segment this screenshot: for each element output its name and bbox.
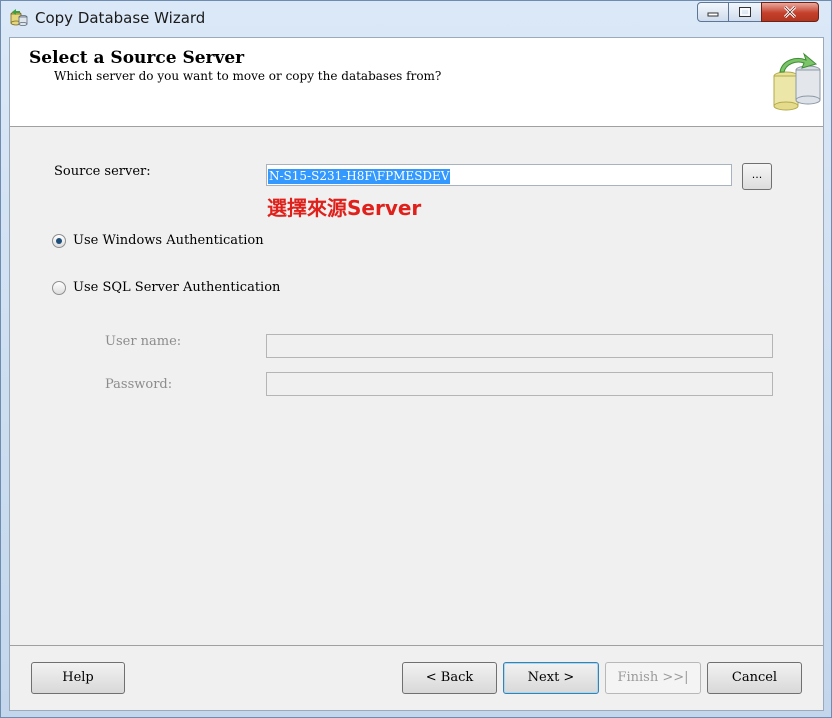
source-server-input[interactable]: N-S15-S231-H8F\FPMESDEV — [266, 164, 732, 186]
windows-auth-radio[interactable] — [52, 234, 66, 248]
password-field[interactable] — [266, 372, 773, 396]
wizard-header: Select a Source Server Which server do y… — [10, 38, 823, 127]
sql-auth-radio[interactable] — [52, 281, 66, 295]
maximize-icon — [739, 7, 751, 17]
page-title: Select a Source Server — [29, 48, 245, 68]
minimize-button[interactable] — [697, 2, 729, 22]
close-icon — [783, 6, 797, 18]
wizard-window: Copy Database Wizard Select a Source Ser… — [0, 0, 832, 718]
close-button[interactable] — [761, 2, 819, 22]
finish-button[interactable]: Finish >>| — [605, 662, 701, 694]
sql-auth-label[interactable]: Use SQL Server Authentication — [73, 280, 280, 295]
username-field[interactable] — [266, 334, 773, 358]
app-database-icon — [10, 9, 28, 26]
username-label: User name: — [105, 334, 182, 349]
page-subtitle: Which server do you want to move or copy… — [54, 69, 442, 83]
cancel-button[interactable]: Cancel — [707, 662, 802, 694]
source-server-value: N-S15-S231-H8F\FPMESDEV — [268, 169, 451, 184]
radio-selected-dot — [56, 238, 62, 244]
help-button[interactable]: Help — [31, 662, 125, 694]
wizard-client-area: Select a Source Server Which server do y… — [9, 37, 824, 711]
header-database-icon — [773, 52, 821, 111]
maximize-button[interactable] — [728, 2, 762, 22]
password-label: Password: — [105, 377, 173, 392]
next-button[interactable]: Next > — [503, 662, 599, 694]
footer-divider — [10, 645, 823, 646]
title-bar[interactable]: Copy Database Wizard — [1, 1, 831, 35]
windows-auth-label[interactable]: Use Windows Authentication — [73, 233, 264, 248]
source-server-label: Source server: — [54, 164, 151, 179]
minimize-icon — [707, 12, 719, 17]
window-title: Copy Database Wizard — [35, 9, 206, 27]
browse-server-button[interactable]: ... — [742, 163, 772, 190]
back-button[interactable]: < Back — [402, 662, 497, 694]
annotation-select-source: 選擇來源Server — [267, 196, 422, 220]
